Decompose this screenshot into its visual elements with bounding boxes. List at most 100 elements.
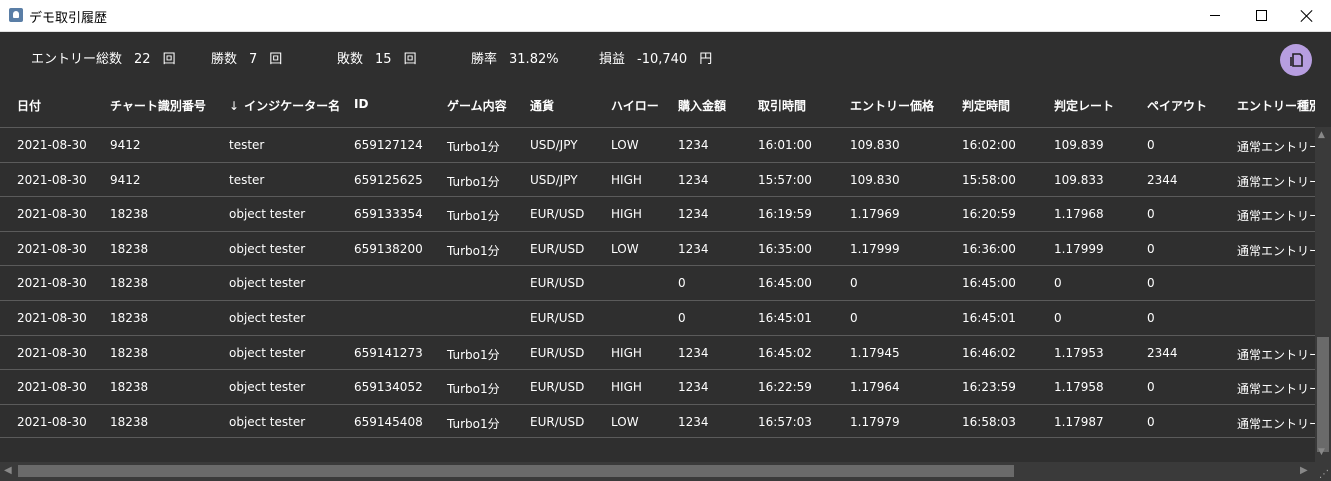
table-cell: EUR/USD bbox=[530, 345, 585, 360]
table-cell: 1.17964 bbox=[850, 380, 900, 395]
table-cell: 16:01:00 bbox=[758, 138, 812, 152]
column-header-label: 取引時間 bbox=[758, 99, 807, 113]
table-cell: LOW bbox=[611, 414, 639, 429]
table-row[interactable]: 2021-08-30 18238 object tester 659138200 Tur… bbox=[0, 230, 1315, 266]
table-row[interactable]: 2021-08-30 18238 object tester 659134052 Tur… bbox=[0, 369, 1315, 404]
copy-icon bbox=[1290, 53, 1303, 67]
table-row[interactable]: 2021-08-30 18238 object tester EUR/USD 0 16:4… bbox=[0, 299, 1315, 335]
table-cell: 1.17979 bbox=[850, 414, 900, 429]
table-cell: object tester bbox=[229, 207, 306, 222]
table-cell: EUR/USD bbox=[530, 241, 585, 256]
horizontal-scrollbar[interactable]: ◀ ▶ bbox=[0, 462, 1315, 481]
table-cell: 通常エントリー bbox=[1237, 347, 1315, 362]
table-cell: EUR/USD bbox=[530, 380, 585, 395]
table-cell: 1234 bbox=[678, 138, 709, 152]
close-button[interactable] bbox=[1284, 0, 1330, 31]
table-cell: Turbo1分 bbox=[447, 416, 500, 431]
column-header[interactable]: 日付 bbox=[17, 97, 41, 114]
table-cell: 15:57:00 bbox=[758, 172, 812, 187]
table-cell: 1.17969 bbox=[850, 207, 900, 222]
table-cell: 1.17987 bbox=[1054, 414, 1104, 429]
table-cell: 659134052 bbox=[354, 380, 423, 395]
scroll-down-icon[interactable]: ▼ bbox=[1318, 447, 1325, 457]
column-header-label: 判定レート bbox=[1054, 99, 1115, 113]
table-cell: 2344 bbox=[1147, 345, 1178, 360]
maximize-icon bbox=[1255, 10, 1267, 21]
table-cell: 2021-08-30 bbox=[17, 276, 87, 291]
table-cell: 659138200 bbox=[354, 241, 423, 256]
table-cell: 0 bbox=[1147, 414, 1155, 429]
table-cell: 1234 bbox=[678, 345, 709, 360]
table-cell: 109.839 bbox=[1054, 138, 1104, 152]
table-cell: 659141273 bbox=[354, 345, 423, 360]
table-cell: 16:46:02 bbox=[962, 345, 1016, 360]
scroll-up-icon[interactable]: ▲ bbox=[1318, 130, 1325, 140]
table-cell: USD/JPY bbox=[530, 138, 578, 152]
column-header[interactable]: エントリー価格 bbox=[850, 97, 934, 114]
column-header[interactable]: 判定レート bbox=[1054, 97, 1114, 114]
table-row[interactable]: 2021-08-30 9412 tester 659127124 Turbo1分 USD/… bbox=[0, 127, 1315, 162]
table-cell: 18238 bbox=[110, 241, 149, 256]
table-cell: 1234 bbox=[678, 380, 709, 395]
table-cell: object tester bbox=[229, 310, 306, 325]
column-header[interactable]: ハイロー bbox=[611, 97, 659, 114]
summary-stats: エントリー総数 22 回 勝数 7 回 敗数 15 回 勝率 31.82% 損益 -10,740… bbox=[0, 31, 1331, 84]
table-cell: object tester bbox=[229, 276, 306, 291]
column-header[interactable]: チャート識別番号 bbox=[110, 97, 206, 114]
table-cell: 1234 bbox=[678, 241, 709, 256]
table-cell: 2021-08-30 bbox=[17, 414, 87, 429]
table-cell: EUR/USD bbox=[530, 310, 585, 325]
minimize-button[interactable] bbox=[1192, 0, 1238, 31]
table-row[interactable]: 2021-08-30 18238 object tester 659141273 Tur… bbox=[0, 334, 1315, 370]
maximize-button[interactable] bbox=[1238, 0, 1284, 31]
table-cell: 16:22:59 bbox=[758, 380, 812, 395]
table-cell: tester bbox=[229, 138, 265, 152]
column-header[interactable]: 判定時間 bbox=[962, 97, 1010, 114]
window-title: デモ取引履歴 bbox=[29, 11, 108, 26]
table-cell: HIGH bbox=[611, 345, 642, 360]
scroll-left-icon[interactable]: ◀ bbox=[4, 465, 12, 476]
table-cell: 16:58:03 bbox=[962, 414, 1016, 429]
table-cell: HIGH bbox=[611, 380, 642, 395]
table-cell: 1.17945 bbox=[850, 345, 900, 360]
table-cell: 0 bbox=[1147, 380, 1155, 395]
column-header[interactable]: ペイアウト bbox=[1147, 97, 1207, 114]
title-bar: デモ取引履歴 bbox=[0, 0, 1331, 32]
table-cell: 2021-08-30 bbox=[17, 345, 87, 360]
table-cell: 659127124 bbox=[354, 138, 423, 152]
table-cell: 16:02:00 bbox=[962, 138, 1016, 152]
column-header[interactable]: ゲーム内容 bbox=[447, 97, 507, 114]
table-cell: HIGH bbox=[611, 207, 642, 222]
column-header-label: 判定時間 bbox=[962, 99, 1011, 113]
stat-wins: 勝数 7 回 bbox=[211, 52, 283, 67]
table-cell: 18238 bbox=[110, 276, 149, 291]
vertical-scroll-thumb[interactable] bbox=[1317, 337, 1329, 452]
column-header[interactable]: ID bbox=[354, 97, 368, 111]
column-header[interactable]: エントリー種別 bbox=[1237, 97, 1315, 114]
scroll-right-icon[interactable]: ▶ bbox=[1300, 465, 1308, 476]
table-row[interactable]: 2021-08-30 18238 object tester 659145408 Tur… bbox=[0, 403, 1315, 439]
table-row[interactable]: 2021-08-30 9412 tester 659125625 Turbo1分 USD/… bbox=[0, 161, 1315, 197]
horizontal-scroll-thumb[interactable] bbox=[18, 465, 1014, 477]
table-row[interactable]: 2021-08-30 18238 object tester 659133354 Tur… bbox=[0, 196, 1315, 231]
table-cell: 0 bbox=[678, 310, 686, 325]
table-cell: Turbo1分 bbox=[447, 209, 500, 224]
table-row[interactable]: 2021-08-30 18238 object tester EUR/USD 0 16:4… bbox=[0, 265, 1315, 300]
copy-button[interactable] bbox=[1280, 44, 1312, 76]
table-cell: 2021-08-30 bbox=[17, 172, 87, 187]
table-cell: 2021-08-30 bbox=[17, 241, 87, 256]
app-window: デモ取引履歴 エントリー総数 22 回 勝数 7 回 敗数 15 回 勝率 31.82% 損益… bbox=[0, 0, 1331, 481]
resize-grip[interactable] bbox=[1315, 462, 1331, 481]
column-header-label: エントリー種別 bbox=[1237, 99, 1315, 113]
table-cell: 1.17958 bbox=[1054, 380, 1104, 395]
stat-entries: エントリー総数 22 回 bbox=[31, 52, 176, 67]
table-cell: 2021-08-30 bbox=[17, 310, 87, 325]
column-header[interactable]: 購入金額 bbox=[678, 97, 726, 114]
table-cell: 1.17999 bbox=[1054, 241, 1104, 256]
column-header[interactable]: 取引時間 bbox=[758, 97, 806, 114]
table-cell: 0 bbox=[850, 310, 858, 325]
column-header[interactable]: 通貨 bbox=[530, 97, 554, 114]
table-body: 2021-08-30 9412 tester 659127124 Turbo1分 USD/… bbox=[0, 127, 1315, 439]
vertical-scrollbar[interactable]: ▲ ▼ bbox=[1315, 127, 1331, 462]
column-header[interactable]: ↓ インジケーター名 bbox=[229, 97, 340, 114]
